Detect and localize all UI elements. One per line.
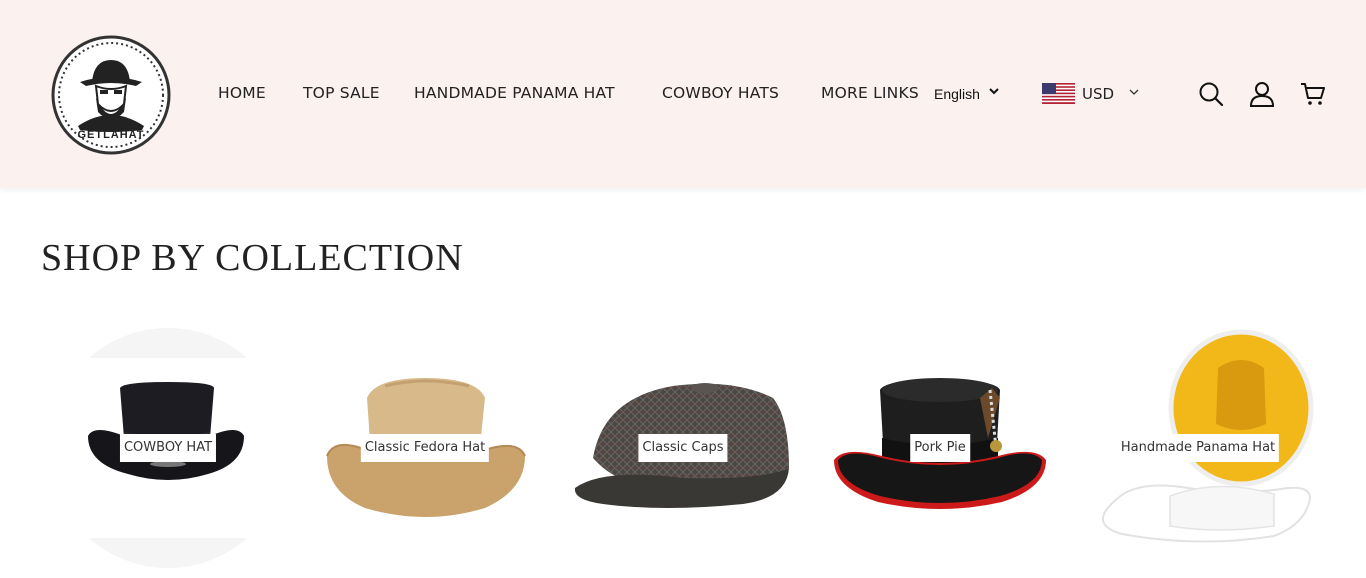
nav-cowboy-hats[interactable]: COWBOY HATS	[662, 84, 779, 102]
site-header: GETLAHAT HOME TOP SALE HANDMADE PANAMA H…	[0, 0, 1366, 188]
section-title: SHOP BY COLLECTION	[41, 237, 464, 279]
language-select[interactable]: English	[934, 86, 980, 102]
nav-handmade-panama-hat[interactable]: HANDMADE PANAMA HAT	[414, 84, 615, 102]
collection-label[interactable]: COWBOY HAT	[119, 434, 217, 462]
collection-label[interactable]: Classic Caps	[638, 434, 728, 462]
us-flag-icon	[1042, 83, 1075, 104]
account-icon[interactable]	[1249, 81, 1275, 107]
nav-more-links[interactable]: MORE LINKS	[821, 84, 919, 102]
search-icon[interactable]	[1198, 81, 1224, 107]
cart-icon[interactable]	[1300, 81, 1326, 107]
nav-home[interactable]: HOME	[218, 84, 266, 102]
main-nav: HOME TOP SALE HANDMADE PANAMA HAT COWBOY…	[0, 0, 1366, 188]
collection-label[interactable]: Pork Pie	[910, 434, 970, 462]
currency-select[interactable]: USD	[1082, 85, 1114, 103]
collection-label[interactable]: Handmade Panama Hat	[1116, 434, 1280, 462]
chevron-down-icon[interactable]	[1129, 89, 1139, 96]
nav-top-sale[interactable]: TOP SALE	[303, 84, 380, 102]
collection-label[interactable]: Classic Fedora Hat	[360, 434, 490, 462]
chevron-down-icon[interactable]	[989, 88, 999, 96]
